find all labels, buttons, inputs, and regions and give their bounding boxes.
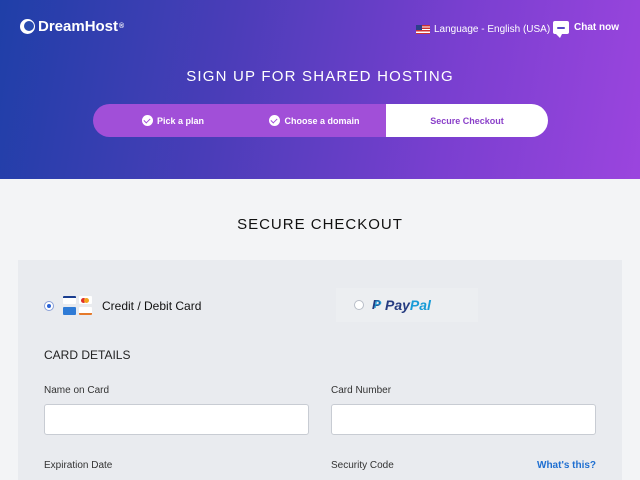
dreamhost-moon-icon	[20, 19, 35, 34]
security-code-label: Security Code	[331, 460, 394, 471]
expiration-date-label: Expiration Date	[44, 460, 113, 471]
step-secure-checkout[interactable]: Secure Checkout	[378, 104, 548, 137]
registered-mark: ®	[119, 23, 125, 30]
paypal-logo: PayPal	[372, 297, 431, 313]
paypal-radio-button[interactable]	[354, 300, 364, 310]
chat-now-button[interactable]: Chat now	[553, 21, 619, 38]
brand-name: DreamHost	[38, 18, 119, 35]
checkmark-icon	[141, 115, 153, 126]
step-label: Secure Checkout	[430, 115, 504, 126]
language-selector[interactable]: Language - English (USA)	[416, 24, 550, 35]
paypal-logo-pay: Pay	[385, 297, 410, 313]
card-option-label: Credit / Debit Card	[102, 299, 202, 313]
paypal-logo-pal: Pal	[409, 297, 431, 313]
name-on-card-input[interactable]	[44, 404, 309, 435]
dreamhost-logo[interactable]: DreamHost ®	[20, 18, 124, 35]
step-choose-a-domain[interactable]: Choose a domain	[243, 104, 386, 137]
payment-option-card[interactable]: Credit / Debit Card	[44, 296, 201, 316]
step-pick-a-plan[interactable]: Pick a plan	[93, 104, 243, 137]
card-details-heading: CARD DETAILS	[44, 348, 131, 362]
chat-now-label: Chat now	[574, 22, 619, 33]
card-number-input[interactable]	[331, 404, 596, 435]
hero-banner: DreamHost ® Language - English (USA) Cha…	[0, 0, 640, 179]
language-label: Language - English (USA)	[434, 24, 551, 35]
step-label: Choose a domain	[284, 115, 360, 126]
checkout-panel	[18, 260, 622, 480]
chat-bubble-icon	[553, 21, 569, 38]
credit-cards-icon	[63, 296, 93, 316]
checkmark-icon	[269, 115, 281, 126]
name-on-card-label: Name on Card	[44, 385, 110, 396]
card-radio-button[interactable]	[44, 301, 54, 311]
card-number-label: Card Number	[331, 385, 392, 396]
step-label: Pick a plan	[156, 115, 205, 126]
checkout-stepper: Pick a plan Choose a domain Secure Check…	[93, 104, 548, 137]
payment-option-paypal[interactable]: PayPal	[336, 288, 478, 322]
whats-this-link[interactable]: What's this?	[537, 460, 596, 471]
us-flag-icon	[416, 25, 430, 34]
section-title: SECURE CHECKOUT	[237, 216, 403, 233]
paypal-p-icon	[372, 297, 382, 312]
page-title: SIGN UP FOR SHARED HOSTING	[186, 68, 454, 85]
